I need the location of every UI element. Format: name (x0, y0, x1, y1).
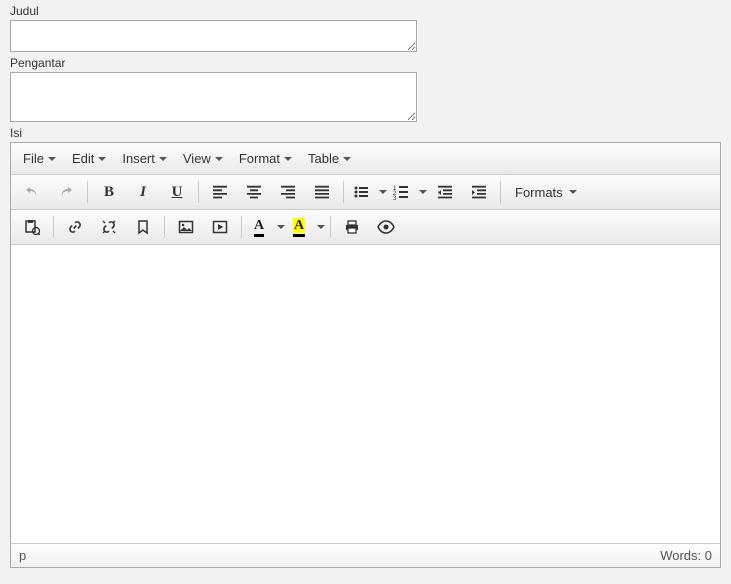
caret-icon (48, 157, 56, 161)
separator (330, 216, 331, 238)
bullet-list-icon (353, 184, 369, 200)
menu-view[interactable]: View (175, 145, 231, 172)
highlight-color-button[interactable]: A (286, 212, 326, 242)
caret-icon (569, 190, 577, 194)
isi-label: Isi (10, 126, 721, 140)
separator (87, 181, 88, 203)
print-icon (344, 219, 360, 235)
italic-button[interactable]: I (126, 177, 160, 207)
italic-icon: I (140, 184, 146, 201)
text-color-button[interactable]: A (246, 212, 286, 242)
separator (53, 216, 54, 238)
caret-icon (343, 157, 351, 161)
caret-icon (215, 157, 223, 161)
link-button[interactable] (58, 212, 92, 242)
caret-icon (284, 157, 292, 161)
pengantar-input[interactable] (10, 72, 417, 122)
redo-icon (58, 184, 74, 200)
preview-icon (377, 219, 395, 235)
editor-content[interactable] (11, 245, 720, 543)
separator (343, 181, 344, 203)
outdent-icon (437, 184, 453, 200)
caret-icon (98, 157, 106, 161)
underline-icon: U (172, 184, 183, 201)
align-right-button[interactable] (271, 177, 305, 207)
align-center-button[interactable] (237, 177, 271, 207)
underline-button[interactable]: U (160, 177, 194, 207)
word-count: Words: 0 (660, 548, 712, 563)
formats-button[interactable]: Formats (505, 177, 587, 207)
indent-icon (471, 184, 487, 200)
element-path[interactable]: p (19, 548, 26, 563)
caret-icon (159, 157, 167, 161)
pengantar-label: Pengantar (10, 56, 721, 70)
align-left-icon (212, 184, 228, 200)
editor-toolbar-row-2: A A (11, 210, 720, 245)
menu-edit[interactable]: Edit (64, 145, 114, 172)
align-center-icon (246, 184, 262, 200)
separator (198, 181, 199, 203)
menu-format[interactable]: Format (231, 145, 300, 172)
bold-icon: B (104, 184, 114, 201)
caret-icon (419, 190, 427, 194)
unlink-button[interactable] (92, 212, 126, 242)
outdent-button[interactable] (428, 177, 462, 207)
bold-button[interactable]: B (92, 177, 126, 207)
redo-button[interactable] (49, 177, 83, 207)
text-color-icon: A (254, 217, 264, 237)
align-right-icon (280, 184, 296, 200)
caret-icon (317, 225, 325, 229)
image-button[interactable] (169, 212, 203, 242)
undo-icon (24, 184, 40, 200)
bullet-list-button[interactable] (348, 177, 388, 207)
menu-file[interactable]: File (15, 145, 64, 172)
align-justify-icon (314, 184, 330, 200)
number-list-button[interactable]: 123 (388, 177, 428, 207)
caret-icon (277, 225, 285, 229)
separator (164, 216, 165, 238)
image-icon (178, 219, 194, 235)
paste-button[interactable] (15, 212, 49, 242)
paste-from-clipboard-icon (24, 219, 40, 235)
svg-text:3: 3 (393, 196, 397, 200)
menu-insert[interactable]: Insert (114, 145, 175, 172)
indent-button[interactable] (462, 177, 496, 207)
separator (241, 216, 242, 238)
bookmark-button[interactable] (126, 212, 160, 242)
align-left-button[interactable] (203, 177, 237, 207)
editor-menubar: File Edit Insert View Format Table (11, 143, 720, 175)
media-button[interactable] (203, 212, 237, 242)
rich-text-editor: File Edit Insert View Format Table B I U (10, 142, 721, 568)
number-list-icon: 123 (393, 184, 409, 200)
judul-label: Judul (10, 4, 721, 18)
menu-table[interactable]: Table (300, 145, 359, 172)
caret-icon (379, 190, 387, 194)
editor-statusbar: p Words: 0 (11, 543, 720, 567)
print-button[interactable] (335, 212, 369, 242)
highlight-color-icon: A (293, 217, 305, 237)
link-icon (67, 219, 83, 235)
separator (500, 181, 501, 203)
bookmark-icon (135, 219, 151, 235)
editor-toolbar-row-1: B I U 123 (11, 175, 720, 210)
media-icon (212, 219, 228, 235)
preview-button[interactable] (369, 212, 403, 242)
unlink-icon (101, 219, 117, 235)
judul-input[interactable] (10, 20, 417, 52)
undo-button[interactable] (15, 177, 49, 207)
align-justify-button[interactable] (305, 177, 339, 207)
